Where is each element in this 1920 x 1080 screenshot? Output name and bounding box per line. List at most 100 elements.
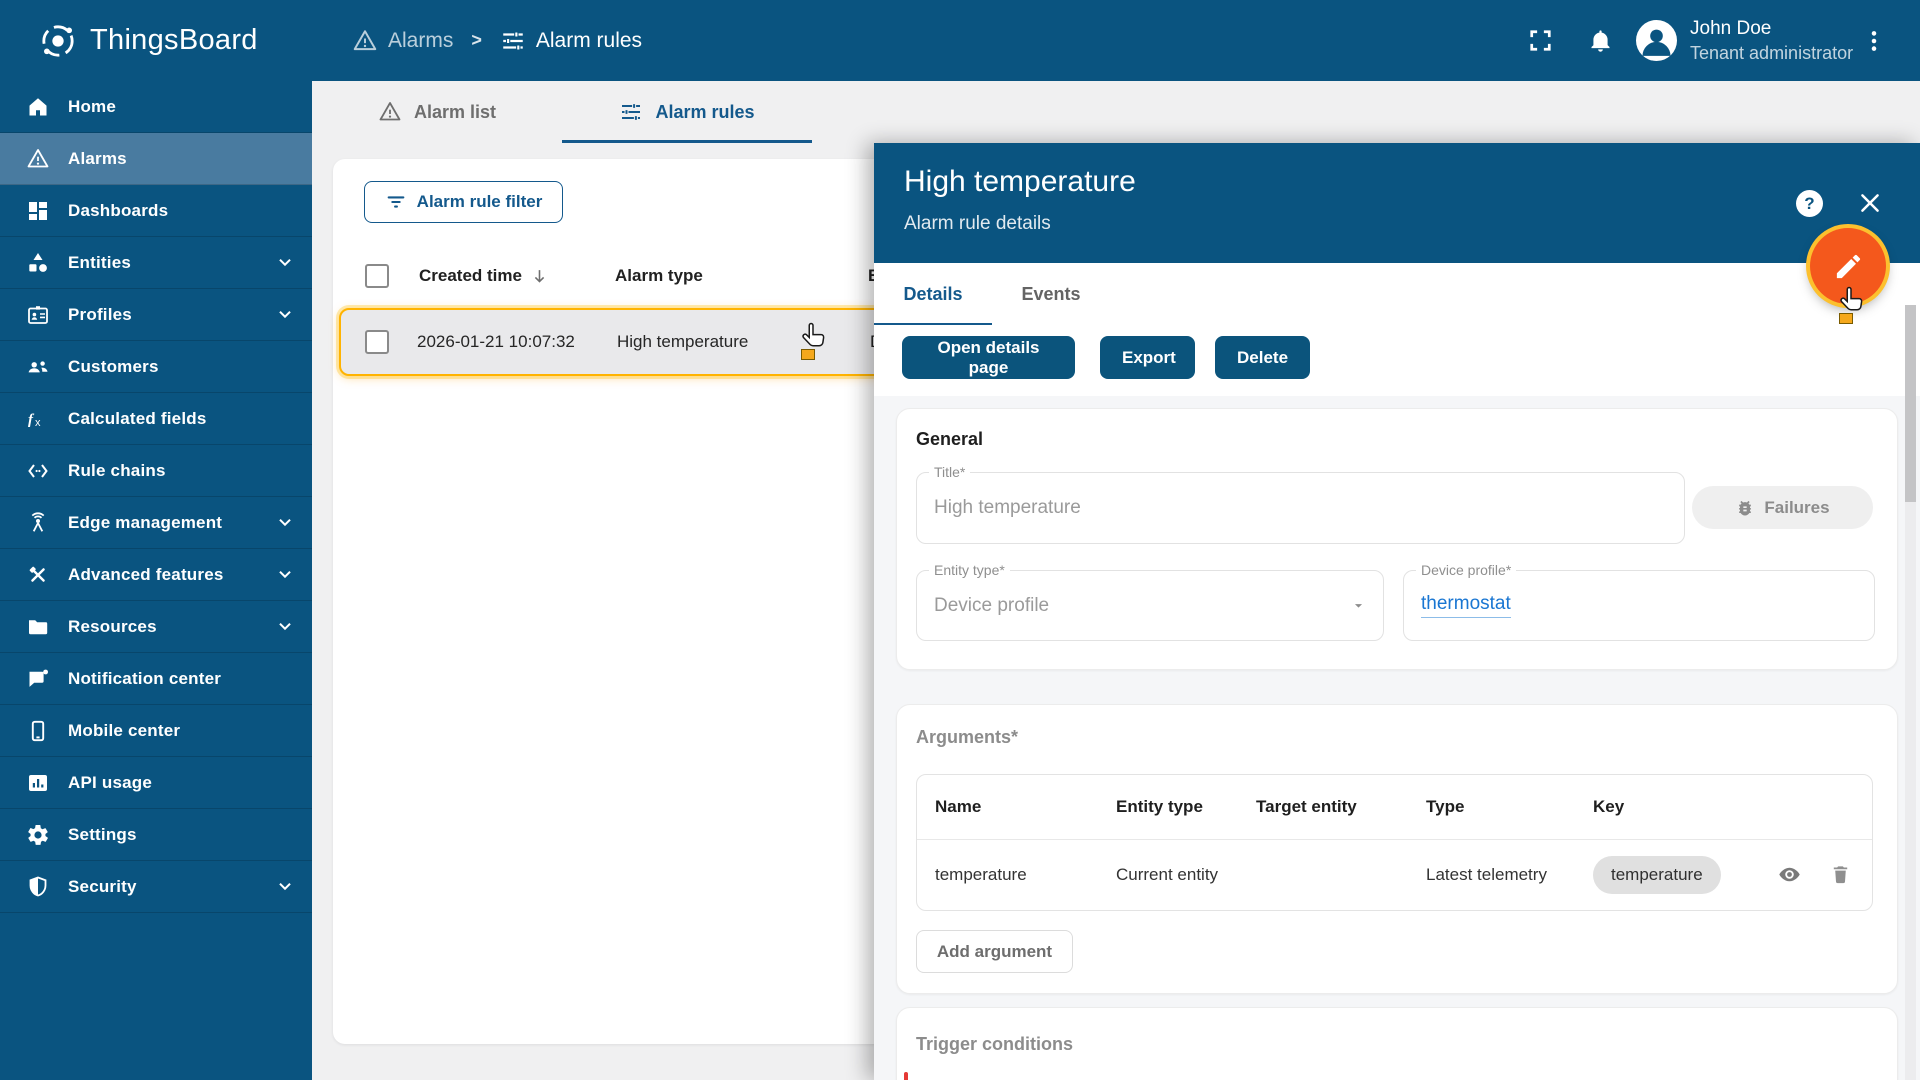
column-entity-type: Entity type: [1116, 797, 1203, 816]
sidebar-item-security[interactable]: Security: [0, 861, 312, 913]
tune-icon: [619, 100, 643, 124]
sidebar-item-home[interactable]: Home: [0, 81, 312, 133]
tab-alarm-list[interactable]: Alarm list: [312, 81, 562, 143]
breadcrumb-alarm-rules[interactable]: Alarm rules: [500, 28, 642, 54]
sidebar-item-label: Resources: [68, 616, 157, 636]
column-alarm-type[interactable]: Alarm type: [615, 266, 703, 286]
open-details-page-button[interactable]: Open details page: [902, 336, 1075, 379]
sidebar-item-label: Alarms: [68, 148, 127, 168]
tab-events[interactable]: Events: [992, 263, 1110, 325]
user-name: John Doe: [1690, 18, 1772, 39]
alarm-rule-filter-button[interactable]: Alarm rule filter: [364, 181, 563, 223]
trash-icon[interactable]: [1829, 863, 1852, 886]
validation-error-marker: [904, 1072, 908, 1080]
thingsboard-app: ThingsBoard Alarms > Alarm rules John Do…: [0, 0, 1920, 1080]
warning-icon: [352, 28, 378, 54]
argument-row: temperature Current entity Latest teleme…: [917, 840, 1872, 909]
sidebar-item-advanced-features[interactable]: Advanced features: [0, 549, 312, 601]
panel-scrollbar-track[interactable]: [1905, 305, 1916, 1080]
breadcrumb: Alarms > Alarm rules: [352, 0, 642, 81]
gear-icon: [26, 823, 50, 847]
column-name: Name: [935, 797, 982, 816]
chevron-down-icon: [274, 251, 296, 273]
user-info[interactable]: John Doe Tenant administrator: [1690, 0, 1853, 81]
home-icon: [26, 95, 50, 119]
sidebar-item-alarms[interactable]: Alarms: [0, 133, 312, 185]
breadcrumb-label: Alarm rules: [535, 28, 643, 52]
chevron-down-icon: [274, 615, 296, 637]
help-icon[interactable]: ?: [1796, 190, 1823, 217]
sidebar-item-resources[interactable]: Resources: [0, 601, 312, 653]
title-field-value: High temperature: [934, 497, 1081, 518]
edit-fab-button[interactable]: [1810, 228, 1886, 304]
antenna-icon: [26, 511, 50, 535]
sidebar-item-dashboards[interactable]: Dashboards: [0, 185, 312, 237]
sidebar-item-label: Rule chains: [68, 460, 166, 480]
general-section: General Title* High temperature Failures…: [896, 408, 1898, 670]
cell-alarm-type: High temperature: [617, 332, 749, 351]
sidebar-item-api-usage[interactable]: API usage: [0, 757, 312, 809]
bug-icon: [1735, 498, 1755, 518]
sidebar-item-edge-management[interactable]: Edge management: [0, 497, 312, 549]
close-icon[interactable]: [1857, 190, 1883, 216]
sidebar-item-label: Calculated fields: [68, 408, 207, 428]
arguments-heading: Arguments*: [916, 727, 1019, 747]
sidebar-item-label: Home: [68, 96, 117, 116]
alarm-rule-details-panel: High temperature Alarm rule details ? De…: [874, 143, 1920, 1080]
sidebar-item-calculated-fields[interactable]: fx Calculated fields: [0, 393, 312, 445]
chevron-down-icon: [274, 511, 296, 533]
device-profile-field[interactable]: Device profile* thermostat: [1403, 562, 1875, 641]
dashboards-icon: [26, 199, 50, 223]
eye-icon[interactable]: [1777, 862, 1802, 887]
export-button[interactable]: Export: [1100, 336, 1195, 379]
content-tab-bar: Alarm list Alarm rules: [312, 81, 812, 143]
svg-text:f: f: [28, 412, 35, 428]
shapes-icon: [26, 251, 50, 275]
sidebar-item-rule-chains[interactable]: Rule chains: [0, 445, 312, 497]
select-all-checkbox[interactable]: [365, 264, 389, 288]
title-field[interactable]: Title* High temperature: [916, 464, 1685, 544]
tools-icon: [26, 563, 50, 587]
user-avatar[interactable]: [1636, 20, 1677, 61]
sidebar-item-profiles[interactable]: Profiles: [0, 289, 312, 341]
tab-label: Details: [903, 283, 963, 304]
sidebar-item-customers[interactable]: Customers: [0, 341, 312, 393]
breadcrumb-label: Alarms: [388, 28, 454, 52]
device-profile-link[interactable]: thermostat: [1421, 593, 1511, 618]
sidebar-item-settings[interactable]: Settings: [0, 809, 312, 861]
entity-type-select[interactable]: Entity type* Device profile: [916, 562, 1384, 641]
chevron-down-icon: [274, 875, 296, 897]
sidebar-item-entities[interactable]: Entities: [0, 237, 312, 289]
column-created-time[interactable]: Created time: [419, 266, 522, 286]
delete-button[interactable]: Delete: [1215, 336, 1310, 379]
chevron-down-icon: [274, 303, 296, 325]
sidebar-item-label: API usage: [68, 772, 152, 792]
breadcrumb-alarms[interactable]: Alarms: [352, 28, 453, 54]
tab-details[interactable]: Details: [874, 263, 992, 326]
panel-title: High temperature: [904, 165, 1136, 198]
sidebar-item-notification-center[interactable]: Notification center: [0, 653, 312, 705]
notifications-bell-button[interactable]: [1580, 0, 1620, 81]
warning-icon: [26, 147, 50, 171]
sidebar-item-mobile-center[interactable]: Mobile center: [0, 705, 312, 757]
arguments-table: Name Entity type Target entity Type Key …: [916, 774, 1873, 911]
sidebar-item-label: Edge management: [68, 512, 223, 532]
tab-alarm-rules[interactable]: Alarm rules: [562, 81, 812, 143]
sidebar-item-label: Advanced features: [68, 564, 224, 584]
thingsboard-logo[interactable]: ThingsBoard: [38, 0, 258, 81]
sidebar-item-label: Security: [68, 876, 137, 896]
panel-scrollbar-thumb[interactable]: [1905, 305, 1916, 502]
panel-action-buttons: Open details page Export Delete: [874, 325, 1920, 396]
brand-name: ThingsBoard: [90, 24, 258, 56]
tab-label: Alarm list: [413, 101, 497, 122]
sidebar-item-label: Settings: [68, 824, 137, 844]
arguments-section: Arguments* Name Entity type Target entit…: [896, 704, 1898, 994]
entity-type-value: Device profile: [934, 594, 1050, 616]
sort-desc-icon[interactable]: [530, 267, 549, 286]
fullscreen-button[interactable]: [1520, 0, 1560, 81]
function-icon: fx: [26, 407, 50, 431]
kebab-menu-button[interactable]: [1856, 0, 1892, 81]
add-argument-button[interactable]: Add argument: [916, 930, 1073, 973]
row-checkbox[interactable]: [365, 330, 389, 354]
failures-button[interactable]: Failures: [1692, 486, 1873, 529]
